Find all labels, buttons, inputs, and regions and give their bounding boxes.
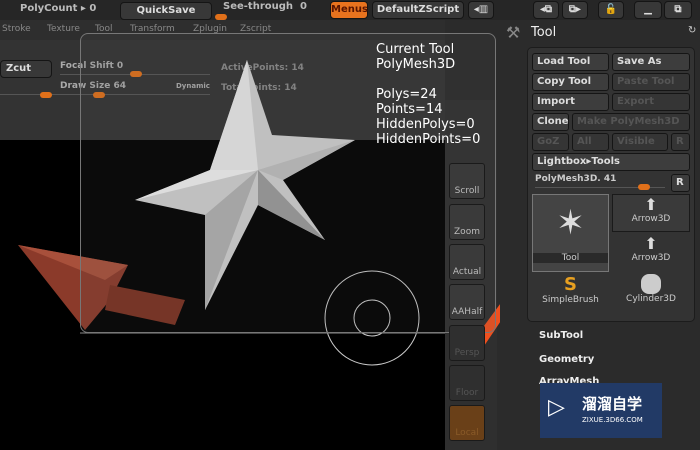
thumb-cylinder3d[interactable]: Cylinder3D <box>612 274 690 314</box>
local-label: Local <box>455 428 479 438</box>
info-points: Points=14 <box>376 102 443 117</box>
make-polymesh-button[interactable]: Make PolyMesh3D <box>572 113 690 131</box>
local-button[interactable]: Local <box>449 405 485 441</box>
clone-button[interactable]: Clone <box>532 113 569 131</box>
arrow-icon: ⬆ <box>644 195 658 214</box>
aahalf-button[interactable]: AAHalf <box>449 284 485 320</box>
paste-tool-button[interactable]: Paste Tool <box>612 73 690 91</box>
persp-button[interactable]: Persp <box>449 325 485 361</box>
thumb-label: Cylinder3D <box>626 294 676 304</box>
lightbox-tools-button[interactable]: Lightbox▸Tools <box>532 153 690 171</box>
thumb-arrow3d-2[interactable]: ⬆ Arrow3D <box>612 234 690 272</box>
watermark-url: ZIXUE.3D66.COM <box>582 416 643 424</box>
tool-subpanel: Load Tool Save As Copy Tool Paste Tool I… <box>527 47 695 322</box>
info-hidden-polys: HiddenPolys=0 <box>376 117 475 132</box>
info-tool: PolyMesh3D <box>376 57 456 72</box>
watermark-text: 溜溜自学 <box>582 395 643 413</box>
thumb-tool[interactable]: ✶ Tool <box>532 194 609 272</box>
info-polys: Polys=24 <box>376 87 437 102</box>
thumb-label: Arrow3D <box>631 214 671 224</box>
arrow-icon: ⬆ <box>644 234 658 253</box>
scroll-label: Scroll <box>454 186 480 196</box>
dock-left-icon[interactable]: ◂⧉ <box>533 1 559 19</box>
refresh-icon[interactable]: ↻ <box>688 25 696 36</box>
hammer-icon: ⚒ <box>506 23 521 42</box>
zoom-button[interactable]: Zoom <box>449 204 485 240</box>
tool-r-button[interactable]: R <box>671 174 690 192</box>
info-title: Current Tool <box>376 42 455 57</box>
minimize-icon[interactable]: ▁ <box>634 1 662 19</box>
star-icon: ✶ <box>556 203 585 243</box>
thumb-arrow3d-1[interactable]: ⬆ Arrow3D <box>612 194 690 232</box>
goz-r-button[interactable]: R <box>671 133 690 151</box>
floor-button[interactable]: Floor <box>449 365 485 401</box>
aahalf-label: AAHalf <box>451 307 483 317</box>
restore-icon[interactable]: ⧉ <box>664 1 692 19</box>
cylinder-icon <box>641 274 661 294</box>
play-logo-icon: ▷ <box>548 395 565 420</box>
zoom-label: Zoom <box>454 227 480 237</box>
tool-slider-label: PolyMesh3D. 41 <box>535 174 617 184</box>
thumb-label: SimpleBrush <box>542 295 599 305</box>
import-button[interactable]: Import <box>532 93 609 111</box>
goz-button[interactable]: GoZ <box>532 133 569 151</box>
info-hidden-points: HiddenPoints=0 <box>376 132 481 147</box>
tool-slider-knob[interactable] <box>638 184 650 190</box>
panel-title: Tool <box>531 25 557 40</box>
tool-info: Current Tool PolyMesh3D Polys=24 Points=14 H… <box>376 42 480 147</box>
actual-label: Actual <box>452 267 482 277</box>
floor-label: Floor <box>455 388 479 398</box>
simplebrush-icon: S <box>564 274 577 295</box>
section-geometry[interactable]: Geometry <box>539 354 594 365</box>
persp-label: Persp <box>454 348 480 358</box>
load-tool-button[interactable]: Load Tool <box>532 53 609 71</box>
actual-button[interactable]: Actual <box>449 244 485 280</box>
thumb-label: Arrow3D <box>631 253 671 263</box>
scroll-button[interactable]: Scroll <box>449 163 485 199</box>
dock-right-icon[interactable]: ⧉▸ <box>562 1 588 19</box>
export-button[interactable]: Export <box>612 93 690 111</box>
all-button[interactable]: All <box>572 133 609 151</box>
watermark: ▷ 溜溜自学 ZIXUE.3D66.COM <box>540 383 662 438</box>
copy-tool-button[interactable]: Copy Tool <box>532 73 609 91</box>
thumb-label: Tool <box>533 253 608 263</box>
save-as-button[interactable]: Save As <box>612 53 690 71</box>
visible-button[interactable]: Visible <box>612 133 668 151</box>
section-subtool[interactable]: SubTool <box>539 330 583 341</box>
lock-icon[interactable]: 🔓 <box>598 1 624 19</box>
thumb-simplebrush[interactable]: S SimpleBrush <box>532 274 609 314</box>
